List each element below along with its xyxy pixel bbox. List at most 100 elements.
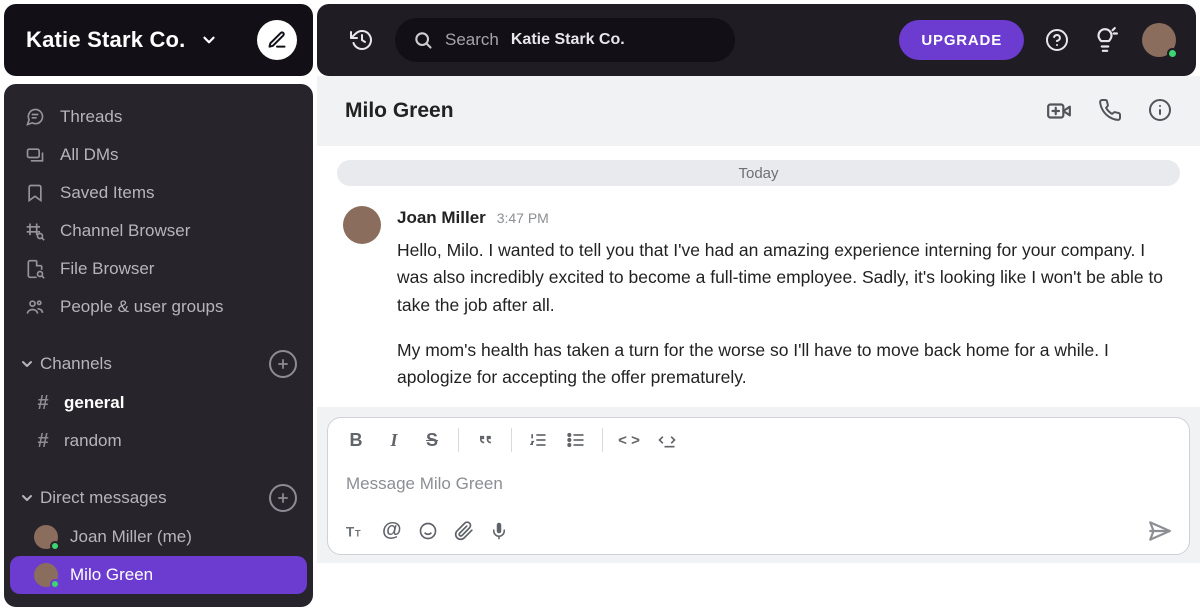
nav-all-dms[interactable]: All DMs xyxy=(4,136,313,174)
chevron-down-icon xyxy=(14,356,40,372)
whats-new-button[interactable] xyxy=(1090,25,1120,55)
text-format-toggle[interactable]: TT xyxy=(344,520,366,542)
main-column: Search Katie Stark Co. UPGRADE Milo Gree… xyxy=(317,0,1200,611)
channel-browser-icon xyxy=(24,220,46,242)
left-column: Katie Stark Co. Threads All DMs xyxy=(0,0,317,611)
add-video-button[interactable] xyxy=(1046,98,1072,124)
channel-random[interactable]: # random xyxy=(4,422,313,460)
dm-joan-miller[interactable]: Joan Miller (me) xyxy=(10,518,307,556)
format-toolbar: B I S xyxy=(344,418,1173,464)
nav-label: Threads xyxy=(60,107,122,127)
app-root: Katie Stark Co. Threads All DMs xyxy=(0,0,1200,611)
message-paragraph: My mom's health has taken a turn for the… xyxy=(397,337,1174,391)
message-paragraph: Hello, Milo. I wanted to tell you that I… xyxy=(397,237,1174,318)
compose-button[interactable] xyxy=(257,20,297,60)
nav-label: All DMs xyxy=(60,145,119,165)
separator xyxy=(602,428,603,452)
date-divider: Today xyxy=(337,160,1180,186)
quote-button[interactable] xyxy=(473,428,497,452)
info-button[interactable] xyxy=(1148,98,1172,124)
strike-button[interactable]: S xyxy=(420,428,444,452)
dm-name: Milo Green xyxy=(70,565,153,585)
call-button[interactable] xyxy=(1098,98,1122,124)
composer-box[interactable]: B I S xyxy=(327,417,1190,555)
message-list: Today Joan Miller 3:47 PM Hello, Milo. I… xyxy=(317,146,1200,611)
separator xyxy=(511,428,512,452)
help-button[interactable] xyxy=(1042,25,1072,55)
channel-name: random xyxy=(64,431,122,451)
dms-section-header[interactable]: Direct messages xyxy=(4,478,313,518)
conversation-header: Milo Green xyxy=(317,76,1200,146)
bookmark-icon xyxy=(24,182,46,204)
add-channel-button[interactable] xyxy=(269,350,297,378)
section-label: Direct messages xyxy=(40,488,167,508)
composer: B I S xyxy=(317,407,1200,563)
code-block-button[interactable] xyxy=(655,428,679,452)
workspace-name: Katie Stark Co. xyxy=(26,27,186,53)
bullet-list-button[interactable] xyxy=(564,428,588,452)
upgrade-button[interactable]: UPGRADE xyxy=(899,20,1024,60)
code-button[interactable]: < > xyxy=(617,428,641,452)
message-input[interactable]: Message Milo Green xyxy=(344,464,1173,508)
sidebar: Threads All DMs Saved Items Channel Brow… xyxy=(4,84,313,607)
send-button[interactable] xyxy=(1147,518,1173,544)
avatar xyxy=(34,525,58,549)
presence-indicator xyxy=(50,579,60,589)
ordered-list-button[interactable] xyxy=(526,428,550,452)
message: Joan Miller 3:47 PM Hello, Milo. I wante… xyxy=(337,204,1180,391)
mention-button[interactable]: @ xyxy=(382,519,402,542)
nav-threads[interactable]: Threads xyxy=(4,98,313,136)
svg-text:T: T xyxy=(355,528,361,538)
nav-people[interactable]: People & user groups xyxy=(4,288,313,326)
italic-button[interactable]: I xyxy=(382,428,406,452)
workspace-header[interactable]: Katie Stark Co. xyxy=(4,4,313,76)
channel-name: general xyxy=(64,393,124,413)
channels-section-header[interactable]: Channels xyxy=(4,344,313,384)
message-avatar[interactable] xyxy=(343,206,381,244)
emoji-button[interactable] xyxy=(418,521,438,541)
upgrade-label: UPGRADE xyxy=(921,32,1002,49)
top-bar: Search Katie Stark Co. UPGRADE xyxy=(317,4,1196,76)
hash-icon: # xyxy=(34,430,52,453)
avatar xyxy=(34,563,58,587)
nav-label: File Browser xyxy=(60,259,154,279)
nav-saved[interactable]: Saved Items xyxy=(4,174,313,212)
conversation-actions xyxy=(1046,98,1172,124)
attach-toolbar: TT @ xyxy=(344,508,1173,554)
add-dm-button[interactable] xyxy=(269,484,297,512)
dm-name: Joan Miller (me) xyxy=(70,527,192,547)
search-placeholder-prefix: Search xyxy=(445,30,499,50)
chevron-down-icon xyxy=(200,31,218,49)
search-icon xyxy=(413,30,433,50)
people-icon xyxy=(24,296,46,318)
nav-label: Channel Browser xyxy=(60,221,190,241)
nav-label: Saved Items xyxy=(60,183,155,203)
nav-file-browser[interactable]: File Browser xyxy=(4,250,313,288)
bold-button[interactable]: B xyxy=(344,428,368,452)
hash-icon: # xyxy=(34,392,52,415)
presence-indicator xyxy=(50,541,60,551)
mic-button[interactable] xyxy=(490,522,508,540)
presence-indicator xyxy=(1167,48,1178,59)
nav-channel-browser[interactable]: Channel Browser xyxy=(4,212,313,250)
search-input[interactable]: Search Katie Stark Co. xyxy=(395,18,735,62)
message-author[interactable]: Joan Miller xyxy=(397,208,486,227)
channel-general[interactable]: # general xyxy=(4,384,313,422)
message-input-placeholder: Message Milo Green xyxy=(346,474,503,493)
separator xyxy=(458,428,459,452)
search-placeholder-workspace: Katie Stark Co. xyxy=(511,31,625,49)
svg-text:T: T xyxy=(346,524,355,539)
user-avatar[interactable] xyxy=(1142,23,1176,57)
dm-milo-green[interactable]: Milo Green xyxy=(10,556,307,594)
section-label: Channels xyxy=(40,354,112,374)
chevron-down-icon xyxy=(14,490,40,506)
date-divider-label: Today xyxy=(738,165,778,182)
threads-icon xyxy=(24,106,46,128)
message-time: 3:47 PM xyxy=(497,210,549,226)
file-browser-icon xyxy=(24,258,46,280)
history-button[interactable] xyxy=(347,25,377,55)
dms-icon xyxy=(24,144,46,166)
conversation-title[interactable]: Milo Green xyxy=(345,99,454,123)
nav-label: People & user groups xyxy=(60,297,224,317)
attach-button[interactable] xyxy=(454,521,474,541)
